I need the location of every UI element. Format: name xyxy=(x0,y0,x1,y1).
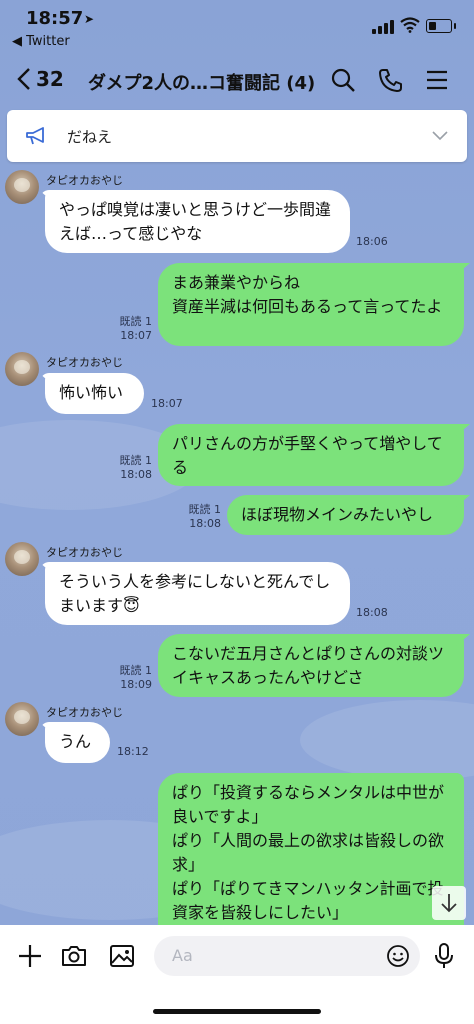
message-time: 18:06 xyxy=(356,235,388,248)
read-receipt: 既読 1 xyxy=(119,315,153,328)
sender-name: タピオカおやじ xyxy=(46,174,123,187)
message-bubble-incoming[interactable]: 怖い怖い xyxy=(45,373,144,414)
scroll-to-bottom-button[interactable] xyxy=(432,886,466,920)
message-meta: 既読 1 18:07 xyxy=(112,315,153,343)
message-input-placeholder: Aa xyxy=(172,946,193,965)
wifi-icon xyxy=(400,17,420,33)
signal-icon xyxy=(372,20,394,34)
message-time: 18:09 xyxy=(120,678,152,691)
smiley-icon[interactable] xyxy=(386,944,410,968)
avatar[interactable] xyxy=(5,542,39,576)
message-bubble-outgoing[interactable]: ほぼ現物メインみたいやし xyxy=(227,495,464,535)
back-to-app-link[interactable]: ◀ Twitter xyxy=(12,34,70,49)
sender-name: タピオカおやじ xyxy=(46,706,123,719)
image-icon[interactable] xyxy=(108,942,136,970)
message-time: 18:08 xyxy=(120,468,152,481)
chevron-down-icon[interactable] xyxy=(431,128,449,142)
message-meta: 既読 1 18:08 xyxy=(181,503,222,531)
chat-title[interactable]: ダメプ2人の…コ奮闘記 (4) xyxy=(88,69,315,95)
message-bubble-outgoing[interactable]: こないだ五月さんとぱりさんの対談ツイキャスあったんやけどさ xyxy=(158,634,464,697)
arrow-down-icon xyxy=(441,894,457,913)
sender-name: タピオカおやじ xyxy=(46,356,123,369)
home-indicator xyxy=(153,1009,321,1014)
read-receipt: 既読 1 xyxy=(188,503,222,516)
read-receipt: 既読 1 xyxy=(119,454,153,467)
message-time: 18:08 xyxy=(356,606,388,619)
sender-name: タピオカおやじ xyxy=(46,546,123,559)
message-meta: 既読 1 18:08 xyxy=(112,454,153,482)
back-button[interactable]: 32 xyxy=(16,61,64,97)
announcement-banner[interactable]: だねえ xyxy=(7,110,467,162)
avatar[interactable] xyxy=(5,170,39,204)
message-bubble-incoming[interactable]: うん xyxy=(45,722,110,763)
phone-icon[interactable] xyxy=(378,67,404,93)
location-arrow-icon: ➤ xyxy=(84,12,95,26)
message-bubble-incoming[interactable]: そういう人を参考にしないと死んでしまいます😇 xyxy=(45,562,350,625)
megaphone-icon xyxy=(26,127,44,145)
chevron-left-icon xyxy=(17,68,30,90)
camera-icon[interactable] xyxy=(60,942,88,970)
message-bubble-incoming[interactable]: やっぱ嗅覚は凄いと思うけど一歩間違えば…って感じやな xyxy=(45,190,350,253)
avatar[interactable] xyxy=(5,702,39,736)
status-bar: 18:57 ➤ ◀ Twitter xyxy=(0,0,474,50)
menu-icon[interactable] xyxy=(424,67,450,93)
plus-icon[interactable] xyxy=(16,942,44,970)
message-bubble-outgoing[interactable]: まあ兼業やからね 資産半減は何回もあるって言ってたよ xyxy=(158,263,464,346)
announcement-text: だねえ xyxy=(67,128,113,146)
message-bubble-outgoing[interactable]: パリさんの方が手堅くやって増やしてる xyxy=(158,424,464,486)
message-input[interactable]: Aa xyxy=(154,936,420,976)
message-time: 18:07 xyxy=(120,329,152,342)
message-meta: 既読 1 18:09 xyxy=(112,664,153,692)
microphone-icon[interactable] xyxy=(432,942,456,970)
read-receipt: 既読 1 xyxy=(119,664,153,677)
message-time: 18:07 xyxy=(151,397,183,410)
search-icon[interactable] xyxy=(330,67,356,93)
message-time: 18:12 xyxy=(117,745,149,758)
clock: 18:57 xyxy=(26,8,84,29)
battery-icon xyxy=(426,19,456,33)
unread-count: 32 xyxy=(36,67,64,91)
message-time: 18:08 xyxy=(189,517,221,530)
chat-header: 32 ダメプ2人の…コ奮闘記 (4) xyxy=(0,55,474,105)
avatar[interactable] xyxy=(5,352,39,386)
